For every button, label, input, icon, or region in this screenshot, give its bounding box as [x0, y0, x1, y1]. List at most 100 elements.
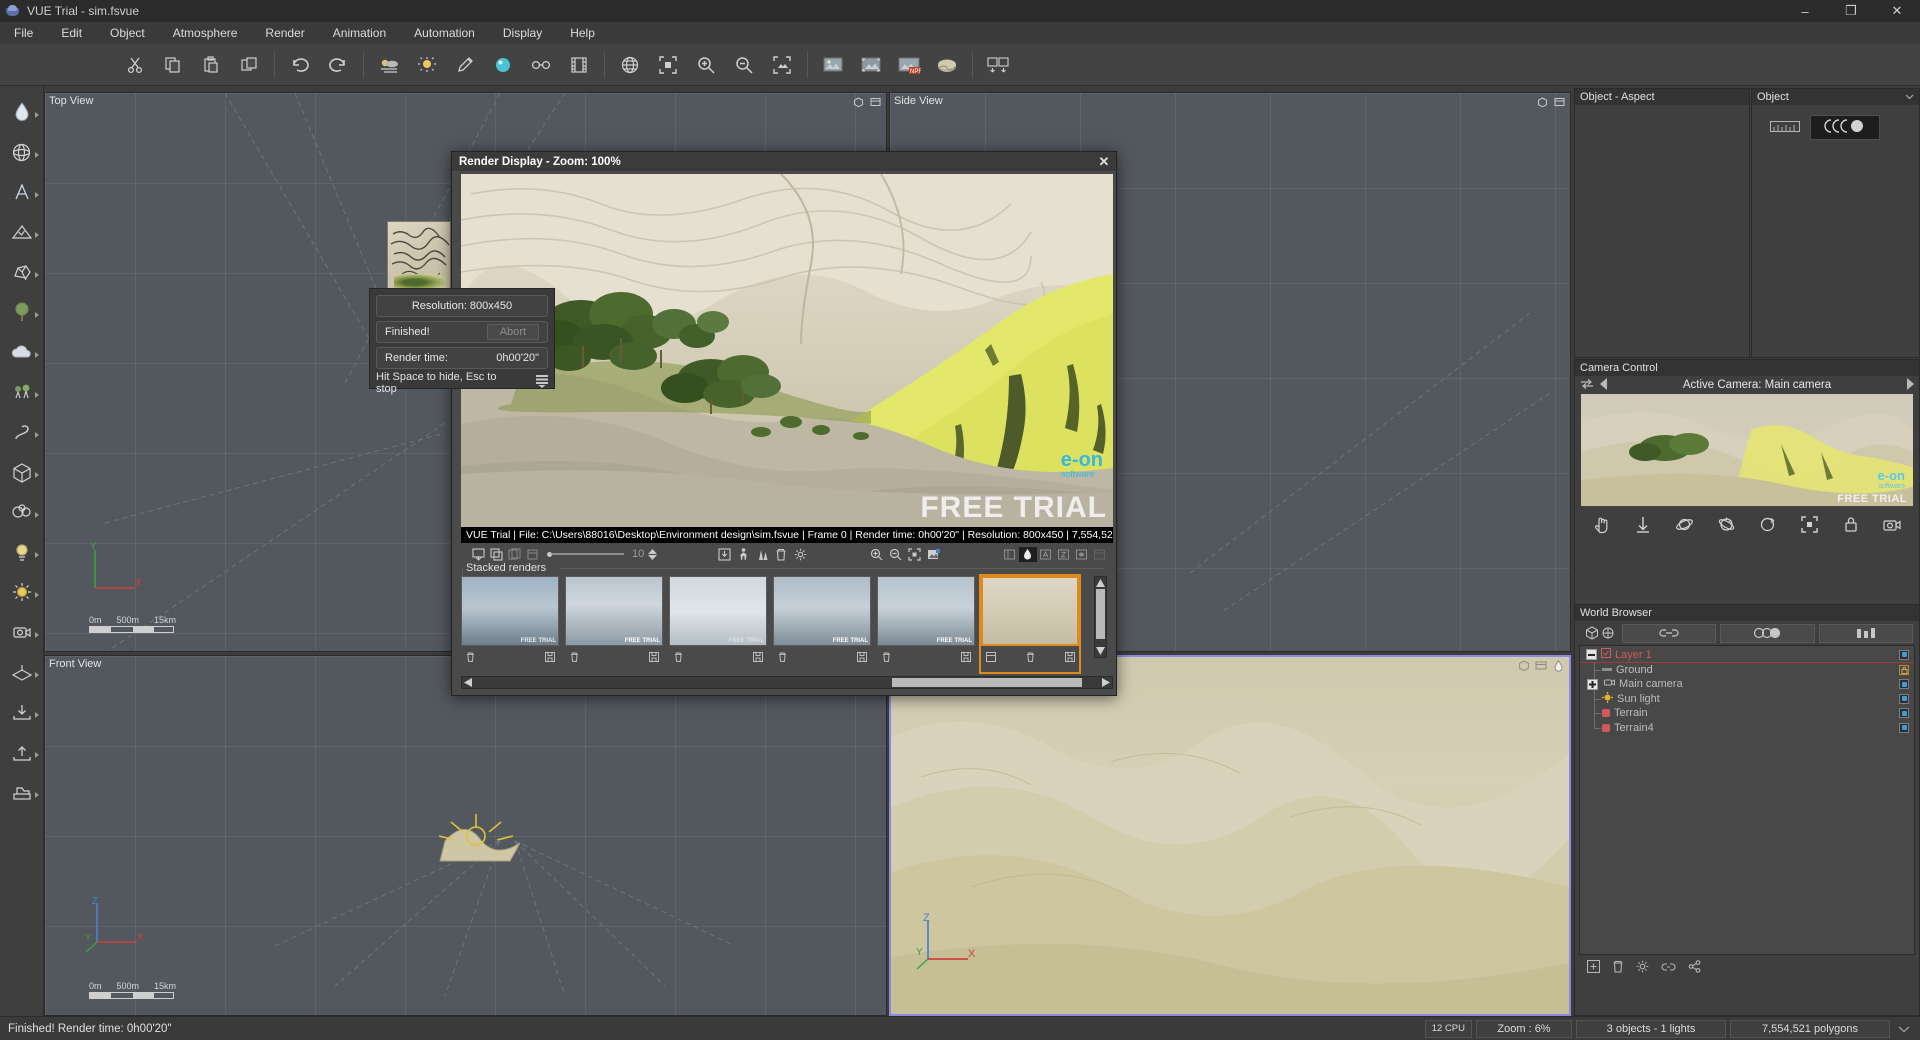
roll-icon[interactable] [1754, 512, 1782, 536]
abort-button[interactable]: Abort [486, 324, 539, 340]
light-icon[interactable] [408, 48, 446, 82]
camera-icon[interactable] [2, 612, 42, 652]
frame-icon[interactable] [1795, 512, 1823, 536]
stacked-renders-hscrollbar[interactable] [461, 676, 1113, 689]
gear-icon[interactable] [791, 548, 810, 561]
lock-icon[interactable] [1837, 512, 1865, 536]
menu-animation[interactable]: Animation [319, 22, 400, 44]
stack-count-value[interactable]: 10 [632, 548, 644, 560]
expander-minus-icon[interactable] [1586, 649, 1597, 661]
ruler-icon[interactable] [1770, 120, 1800, 135]
viewport-options-icon[interactable] [868, 95, 882, 108]
layers-tab[interactable] [1818, 623, 1913, 643]
thumb-delete-icon[interactable] [464, 651, 477, 664]
maximize-button[interactable]: ❐ [1828, 0, 1874, 22]
menu-object[interactable]: Object [96, 22, 159, 44]
close-button[interactable]: ✕ [1874, 0, 1920, 22]
person-icon[interactable] [734, 547, 753, 561]
stack-slider[interactable] [547, 551, 624, 557]
viewport-options-icon[interactable] [1552, 95, 1566, 108]
thumb-save-icon[interactable] [1063, 651, 1076, 664]
duplicate-icon[interactable] [230, 48, 268, 82]
render-image[interactable]: e-on software FREE TRIAL [461, 174, 1113, 527]
tree-row-layer-1[interactable]: Layer 1 [1580, 648, 1914, 663]
visibility-toggle[interactable] [1899, 693, 1909, 704]
thumb-save-icon[interactable] [543, 651, 556, 664]
sun-icon[interactable] [2, 572, 42, 612]
save-render-icon[interactable] [469, 547, 487, 561]
viewport-main-camera[interactable]: Z X Y [889, 655, 1571, 1016]
render-display-close-button[interactable]: ✕ [1092, 152, 1116, 171]
zoom-out-icon[interactable] [725, 48, 763, 82]
menu-render[interactable]: Render [251, 22, 318, 44]
chevron-down-icon[interactable] [1898, 1022, 1910, 1036]
thumb-delete-icon[interactable] [1024, 651, 1037, 664]
prev-camera-icon[interactable] [1599, 377, 1608, 393]
world-browser-tree[interactable]: Layer 1 Ground Main camera Sun light Ter… [1579, 645, 1915, 955]
settings-icon[interactable] [1636, 960, 1649, 976]
ecosystem-icon[interactable] [2, 372, 42, 412]
rock-icon[interactable] [2, 252, 42, 292]
copy-icon[interactable] [154, 48, 192, 82]
visibility-toggle[interactable] [1899, 649, 1909, 660]
delete-layer-icon[interactable] [1612, 960, 1624, 976]
paste-icon[interactable] [192, 48, 230, 82]
channel-extra-icon[interactable] [1091, 548, 1109, 561]
render-area-icon[interactable] [649, 48, 687, 82]
atmosphere-icon[interactable] [370, 48, 408, 82]
copy-render-icon[interactable] [487, 547, 505, 561]
scene-icon[interactable] [2, 772, 42, 812]
visibility-toggle[interactable] [1899, 722, 1909, 733]
hscrollbar-thumb[interactable] [892, 678, 1082, 687]
thumb-copy-icon[interactable] [984, 651, 997, 664]
thumb-save-icon[interactable] [959, 651, 972, 664]
render-progress-popup[interactable]: Resolution: 800x450 Finished! Abort Rend… [369, 288, 555, 395]
terrain-icon[interactable] [2, 212, 42, 252]
menu-help[interactable]: Help [556, 22, 609, 44]
render-thumb-1[interactable]: FREE TRIAL [461, 576, 559, 672]
filmstrip-icon[interactable] [560, 48, 598, 82]
render-thumb-2[interactable]: FREE TRIAL [565, 576, 663, 672]
zoom-in-icon[interactable] [867, 548, 886, 561]
image-icon[interactable] [924, 548, 943, 561]
rotate-icon[interactable] [1712, 512, 1740, 536]
spinner-up-down[interactable] [648, 548, 658, 560]
viewport-display-icon[interactable] [1517, 659, 1531, 672]
thumb-delete-icon[interactable] [880, 651, 893, 664]
tree-icon[interactable] [2, 292, 42, 332]
viewport-display-icon[interactable] [1535, 95, 1549, 108]
channel-z-icon[interactable] [1055, 548, 1073, 561]
viewport-render-icon[interactable] [1551, 659, 1565, 672]
fit-icon[interactable] [905, 547, 924, 561]
viewport-display-icon[interactable] [851, 95, 865, 108]
import-icon[interactable] [2, 692, 42, 732]
export-icon[interactable] [2, 732, 42, 772]
thumb-delete-icon[interactable] [776, 651, 789, 664]
camera-icon[interactable] [1878, 512, 1906, 536]
water-drop-icon[interactable] [2, 92, 42, 132]
share-icon[interactable] [1688, 960, 1701, 976]
chevron-down-icon[interactable] [1905, 89, 1914, 105]
cut-icon[interactable] [116, 48, 154, 82]
render-icon[interactable] [814, 48, 852, 82]
render-display-window[interactable]: Render Display - Zoom: 100% ✕ e-on softw… [451, 151, 1117, 696]
progress-menu-icon[interactable] [536, 375, 548, 391]
links-tab[interactable] [1622, 623, 1717, 643]
channel-alpha-icon[interactable] [1018, 546, 1037, 562]
objects-tab[interactable] [1581, 626, 1618, 640]
post-render-icon[interactable] [979, 48, 1017, 82]
status-zoom[interactable]: Zoom : 6% [1476, 1019, 1572, 1038]
channel-rgb-icon[interactable] [1001, 548, 1019, 561]
vscrollbar-thumb[interactable] [1096, 589, 1105, 639]
channel-a-icon[interactable] [1037, 548, 1055, 561]
render-thumb-5[interactable]: FREE TRIAL [877, 576, 975, 672]
viewport-front-view[interactable]: Front View Z X Y 0m 500m 15km [44, 655, 887, 1016]
camera-swap-icon[interactable] [1579, 378, 1595, 393]
delete-render-icon[interactable] [523, 548, 541, 561]
pen-icon[interactable] [446, 48, 484, 82]
next-camera-icon[interactable] [1906, 377, 1915, 393]
orbit-icon[interactable] [1671, 512, 1699, 536]
duplicate-render-icon[interactable] [505, 547, 523, 561]
thumb-save-icon[interactable] [647, 651, 660, 664]
trash-icon[interactable] [772, 548, 791, 561]
